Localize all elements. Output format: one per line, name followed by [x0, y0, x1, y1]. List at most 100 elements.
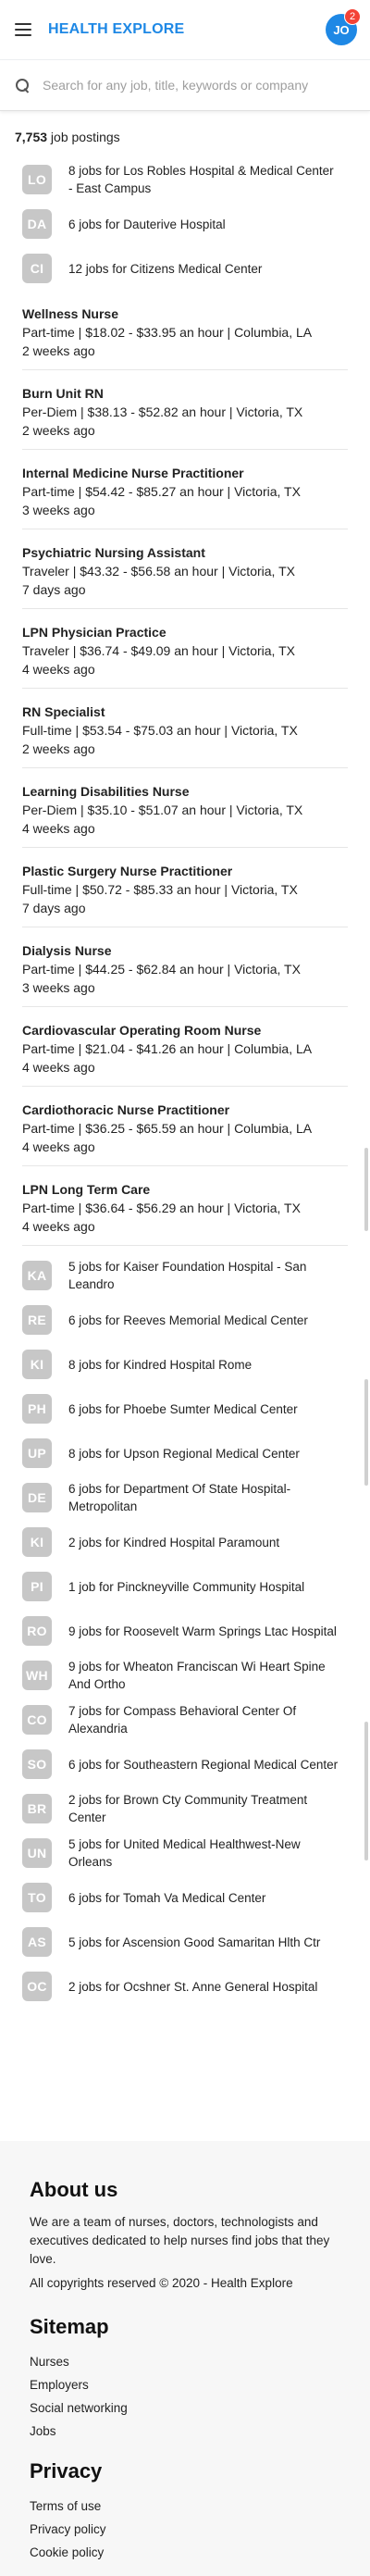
company-row[interactable]: DA 6 jobs for Dauterive Hospital [0, 202, 370, 246]
company-jobs-text: 6 jobs for Southeastern Regional Medical… [68, 1757, 339, 1772]
footer-about-title: About us [30, 2178, 118, 2201]
job-title: RN Specialist [22, 704, 105, 719]
job-card[interactable]: Psychiatric Nursing Assistant Traveler | … [22, 529, 348, 609]
search-input[interactable] [43, 78, 348, 93]
company-jobs-text: 5 jobs for Kaiser Foundation Hospital - … [68, 1260, 307, 1291]
company-row[interactable]: BR 2 jobs for Brown Cty Community Treatme… [0, 1786, 370, 1831]
company-logo: UN [22, 1838, 52, 1868]
footer: About us We are a team of nurses, doctor… [0, 2141, 370, 2576]
job-meta: Part-time | $18.02 - $33.95 an hour | Co… [22, 325, 313, 340]
job-card[interactable]: Cardiothoracic Nurse Practitioner Part-ti… [22, 1087, 348, 1166]
company-row[interactable]: KI 2 jobs for Kindred Hospital Paramount [0, 1520, 370, 1564]
company-row[interactable]: UN 5 jobs for United Medical Healthwest-N… [0, 1831, 370, 1875]
footer-link-social-networking[interactable]: Social networking [30, 2396, 340, 2420]
job-posted-ago: 7 days ago [22, 582, 86, 597]
company-jobs-text: 6 jobs for Department Of State Hospital-… [68, 1482, 291, 1513]
company-row[interactable]: SO 6 jobs for Southeastern Regional Medic… [0, 1742, 370, 1786]
footer-link-cookie-policy[interactable]: Cookie policy [30, 2541, 340, 2564]
job-posted-ago: 2 weeks ago [22, 343, 95, 358]
job-card[interactable]: Cardiovascular Operating Room Nurse Part-… [22, 1007, 348, 1087]
company-row[interactable]: KA 5 jobs for Kaiser Foundation Hospital … [0, 1253, 370, 1298]
job-card[interactable]: LPN Physician Practice Traveler | $36.74 … [22, 609, 348, 689]
company-row[interactable]: CI 12 jobs for Citizens Medical Center [0, 246, 370, 291]
company-row[interactable]: TO 6 jobs for Tomah Va Medical Center [0, 1875, 370, 1920]
company-logo: KI [22, 1350, 52, 1379]
footer-link-employers[interactable]: Employers [30, 2373, 340, 2396]
footer-sitemap-title: Sitemap [30, 2315, 109, 2338]
company-row[interactable]: CO 7 jobs for Compass Behavioral Center O… [0, 1698, 370, 1742]
company-row[interactable]: LO 8 jobs for Los Robles Hospital & Medic… [0, 157, 370, 202]
job-posted-ago: 2 weeks ago [22, 741, 95, 756]
job-title: Learning Disabilities Nurse [22, 784, 190, 799]
company-logo: KI [22, 1527, 52, 1557]
footer-link-jobs[interactable]: Jobs [30, 2420, 340, 2443]
job-posted-ago: 4 weeks ago [22, 821, 95, 836]
job-card[interactable]: Burn Unit RN Per-Diem | $38.13 - $52.82 a… [22, 370, 348, 450]
scrollbar-thumb-secondary[interactable] [364, 1722, 368, 1860]
job-meta: Part-time | $21.04 - $41.26 an hour | Co… [22, 1041, 313, 1056]
company-row[interactable]: KI 8 jobs for Kindred Hospital Rome [0, 1342, 370, 1387]
search-bar [0, 59, 370, 111]
job-posted-ago: 4 weeks ago [22, 1219, 95, 1234]
company-logo: OC [22, 1972, 52, 2001]
job-meta: Per-Diem | $35.10 - $51.07 an hour | Vic… [22, 803, 303, 817]
company-logo: CO [22, 1705, 52, 1735]
footer-link-nurses[interactable]: Nurses [30, 2350, 340, 2373]
footer-link-privacy-policy[interactable]: Privacy policy [30, 2518, 340, 2541]
job-posted-ago: 4 weeks ago [22, 662, 95, 677]
company-jobs-text: 9 jobs for Roosevelt Warm Springs Ltac H… [68, 1624, 337, 1638]
scrollbar-thumb[interactable] [364, 1379, 368, 1486]
company-jobs-text: 2 jobs for Kindred Hospital Paramount [68, 1535, 280, 1549]
footer-link-terms[interactable]: Terms of use [30, 2495, 340, 2518]
company-logo: CI [22, 254, 52, 283]
footer-about-text: We are a team of nurses, doctors, techno… [30, 2215, 330, 2266]
job-card[interactable]: Internal Medicine Nurse Practitioner Part… [22, 450, 348, 529]
job-posted-ago: 4 weeks ago [22, 1060, 95, 1075]
company-row[interactable]: RE 6 jobs for Reeves Memorial Medical Cen… [0, 1298, 370, 1342]
search-icon [15, 78, 30, 93]
company-row[interactable]: PH 6 jobs for Phoebe Sumter Medical Cente… [0, 1387, 370, 1431]
job-title: LPN Long Term Care [22, 1182, 151, 1197]
company-row[interactable]: UP 8 jobs for Upson Regional Medical Cent… [0, 1431, 370, 1475]
job-posted-ago: 4 weeks ago [22, 1139, 95, 1154]
job-posted-ago: 3 weeks ago [22, 980, 95, 995]
job-card[interactable]: Dialysis Nurse Part-time | $44.25 - $62.8… [22, 927, 348, 1007]
job-card[interactable]: RN Specialist Full-time | $53.54 - $75.03… [22, 689, 348, 768]
job-title: Plastic Surgery Nurse Practitioner [22, 864, 233, 878]
company-jobs-text: 6 jobs for Reeves Memorial Medical Cente… [68, 1313, 308, 1327]
job-card[interactable]: Wellness Nurse Part-time | $18.02 - $33.9… [22, 291, 348, 370]
company-logo: LO [22, 165, 52, 194]
company-row[interactable]: AS 5 jobs for Ascension Good Samaritan Hl… [0, 1920, 370, 1964]
company-row[interactable]: RO 9 jobs for Roosevelt Warm Springs Ltac… [0, 1609, 370, 1653]
company-row[interactable]: WH 9 jobs for Wheaton Franciscan Wi Heart… [0, 1653, 370, 1698]
company-jobs-text: 6 jobs for Phoebe Sumter Medical Center [68, 1401, 298, 1416]
menu-icon[interactable] [15, 23, 31, 36]
company-jobs-text: 6 jobs for Dauterive Hospital [68, 217, 226, 231]
company-logo: DE [22, 1483, 52, 1512]
job-card[interactable]: LPN Long Term Care Part-time | $36.64 - $… [22, 1166, 348, 1246]
bottom-companies-list: KA 5 jobs for Kaiser Foundation Hospital … [0, 1253, 370, 2009]
job-title: Dialysis Nurse [22, 943, 112, 958]
company-logo: PH [22, 1394, 52, 1424]
company-jobs-text: 8 jobs for Upson Regional Medical Center [68, 1446, 300, 1461]
company-jobs-text: 5 jobs for Ascension Good Samaritan Hlth… [68, 1935, 321, 1949]
company-logo: RO [22, 1616, 52, 1646]
company-row[interactable]: DE 6 jobs for Department Of State Hospita… [0, 1475, 370, 1520]
job-card[interactable]: Learning Disabilities Nurse Per-Diem | $3… [22, 768, 348, 848]
scrollbar-thumb-tertiary[interactable] [364, 1148, 368, 1231]
footer-about: About us We are a team of nurses, doctor… [30, 2178, 340, 2293]
job-meta: Per-Diem | $38.13 - $52.82 an hour | Vic… [22, 404, 303, 419]
company-jobs-text: 12 jobs for Citizens Medical Center [68, 261, 263, 276]
job-title: Cardiovascular Operating Room Nurse [22, 1023, 262, 1038]
job-posted-ago: 7 days ago [22, 901, 86, 915]
company-jobs-text: 8 jobs for Kindred Hospital Rome [68, 1357, 253, 1372]
company-row[interactable]: OC 2 jobs for Ocshner St. Anne General Ho… [0, 1964, 370, 2009]
job-title: Burn Unit RN [22, 386, 104, 401]
company-jobs-text: 7 jobs for Compass Behavioral Center Of … [68, 1704, 297, 1736]
brand-logo[interactable]: HEALTH EXPLORE [48, 21, 184, 38]
job-title: Wellness Nurse [22, 306, 119, 321]
company-row[interactable]: PI 1 job for Pinckneyville Community Hosp… [0, 1564, 370, 1609]
job-title: Internal Medicine Nurse Practitioner [22, 466, 244, 480]
job-card[interactable]: Plastic Surgery Nurse Practitioner Full-t… [22, 848, 348, 927]
footer-privacy-title: Privacy [30, 2459, 103, 2483]
